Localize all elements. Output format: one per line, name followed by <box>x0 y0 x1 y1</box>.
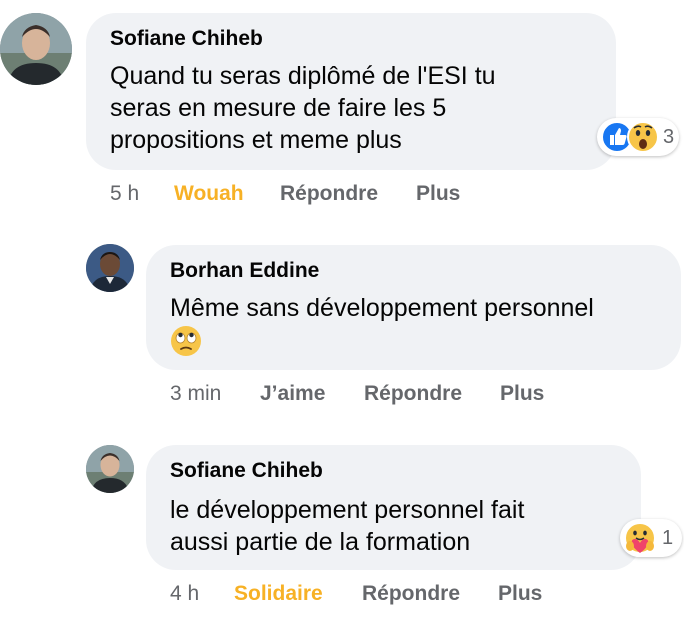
comment-text: Même sans développement personnel <box>170 292 594 357</box>
comment-text: Quand tu seras diplômé de l'ESI tu seras… <box>110 60 496 156</box>
comment-text-line: propositions et meme plus <box>110 126 402 154</box>
comment-timestamp[interactable]: 5 h <box>110 180 139 208</box>
reply-button[interactable]: Répondre <box>364 380 462 408</box>
comment-actions: 4 h Solidaire Répondre Plus <box>170 580 590 608</box>
more-button[interactable]: Plus <box>498 580 542 608</box>
comment-text-line: aussi partie de la formation <box>170 528 471 556</box>
comment-text-line <box>170 324 594 357</box>
comment-text-line: seras en mesure de faire les 5 <box>110 94 447 122</box>
reply-button[interactable]: Répondre <box>362 580 460 608</box>
avatar[interactable] <box>86 445 134 493</box>
avatar[interactable] <box>0 13 72 85</box>
comment-timestamp[interactable]: 4 h <box>170 580 199 608</box>
reaction-summary[interactable]: 3 <box>597 118 679 156</box>
reply-button[interactable]: Répondre <box>280 180 378 208</box>
comment-text-line: le développement personnel fait <box>170 496 525 524</box>
comment-text-line: Même sans développement personnel <box>170 294 594 322</box>
wow-icon <box>627 121 659 153</box>
reaction-button[interactable]: Solidaire <box>234 580 323 608</box>
avatar-photo <box>86 244 134 292</box>
comment-author[interactable]: Sofiane Chiheb <box>170 459 323 483</box>
care-icon <box>624 522 656 554</box>
comment-actions: 3 min J’aime Répondre Plus <box>170 380 590 408</box>
reaction-count: 1 <box>662 527 674 549</box>
reaction-count: 3 <box>663 126 675 148</box>
comment-actions: 5 h Wouah Répondre Plus <box>110 180 530 208</box>
avatar-photo <box>86 445 134 493</box>
eye-roll-emoji-icon <box>171 326 201 357</box>
more-button[interactable]: Plus <box>416 180 460 208</box>
like-button[interactable]: J’aime <box>260 380 325 408</box>
reaction-button[interactable]: Wouah <box>174 180 244 208</box>
comment-author[interactable]: Sofiane Chiheb <box>110 27 263 51</box>
more-button[interactable]: Plus <box>500 380 544 408</box>
comment-timestamp[interactable]: 3 min <box>170 380 221 408</box>
comment-author[interactable]: Borhan Eddine <box>170 259 319 283</box>
reaction-summary[interactable]: 1 <box>620 519 682 557</box>
comment-text-line: Quand tu seras diplômé de l'ESI tu <box>110 62 496 90</box>
avatar-photo <box>0 13 72 85</box>
avatar[interactable] <box>86 244 134 292</box>
comment-text: le développement personnel fait aussi pa… <box>170 494 524 558</box>
